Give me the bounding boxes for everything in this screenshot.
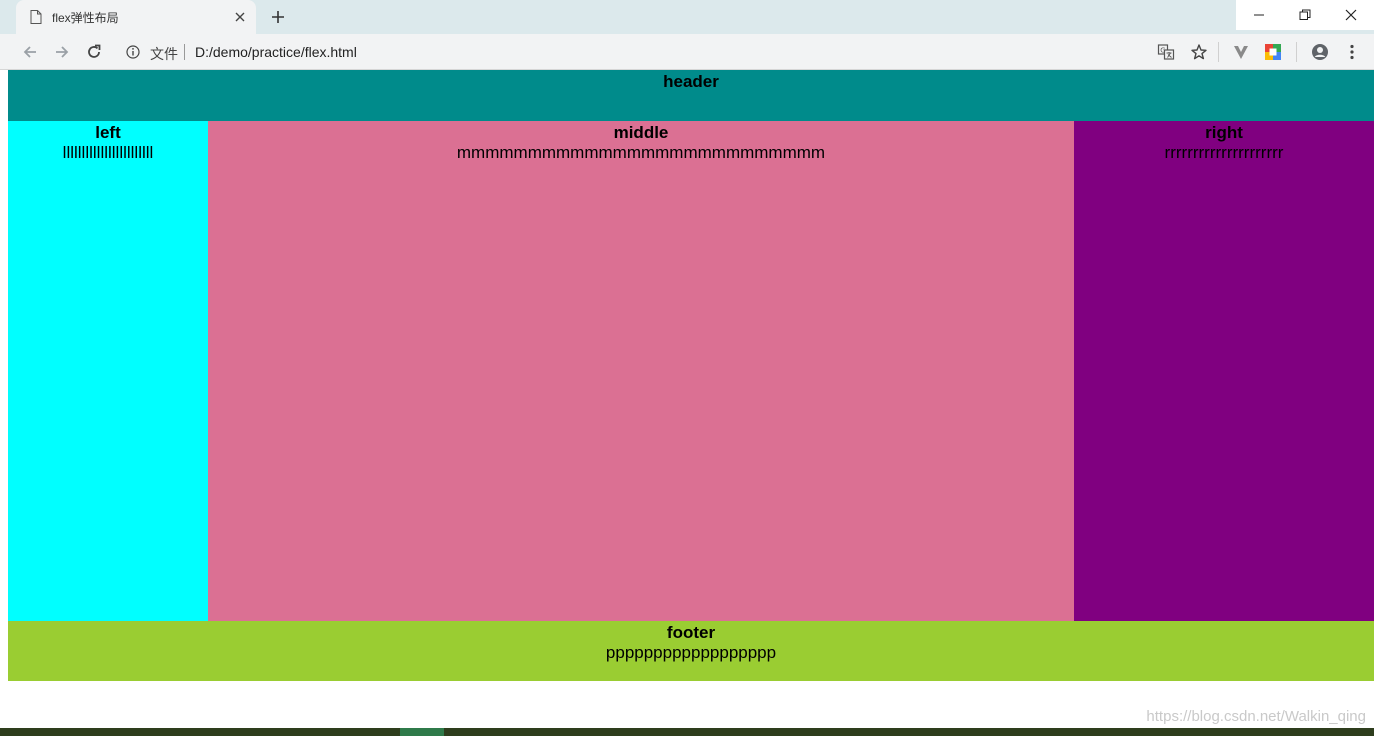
- taskbar-item[interactable]: [400, 728, 444, 736]
- tab-strip: flex弹性布局: [0, 0, 1374, 34]
- plus-icon[interactable]: [270, 9, 286, 25]
- restore-icon: [1299, 9, 1311, 20]
- left-box: left llllllllllllllllllllllll: [8, 121, 208, 621]
- footer-box: footer pppppppppppppppppp: [8, 621, 1374, 681]
- profile-icon[interactable]: [1311, 43, 1329, 61]
- info-icon[interactable]: [126, 45, 140, 59]
- close-window-button[interactable]: [1328, 0, 1374, 30]
- right-title: right: [1205, 123, 1243, 142]
- middle-text: mmmmmmmmmmmmmmmmmmmmmmmmmm: [456, 143, 826, 162]
- footer-title: footer: [666, 623, 716, 642]
- tab-title: flex弹性布局: [52, 11, 119, 25]
- menu-kebab-icon[interactable]: [1343, 43, 1361, 61]
- vivaldi-extension-icon[interactable]: [1232, 43, 1250, 61]
- middle-title: middle: [613, 123, 669, 142]
- taskbar: [0, 728, 1374, 736]
- footer-text: pppppppppppppppppp: [605, 643, 777, 662]
- header-title: header: [663, 72, 719, 91]
- left-text: llllllllllllllllllllllll: [62, 143, 154, 162]
- page-viewport: header left llllllllllllllllllllllll mid…: [8, 70, 1374, 728]
- url-text[interactable]: D:/demo/practice/flex.html: [195, 44, 357, 60]
- watermark: https://blog.csdn.net/Walkin_qing: [1146, 708, 1366, 725]
- browser-toolbar: 文件 D:/demo/practice/flex.html G: [0, 34, 1374, 70]
- translate-icon[interactable]: G: [1157, 43, 1175, 61]
- restore-button[interactable]: [1282, 0, 1328, 30]
- left-title: left: [95, 123, 121, 142]
- close-icon[interactable]: [234, 11, 246, 23]
- flex-row: left llllllllllllllllllllllll middle mmm…: [8, 121, 1374, 621]
- page-icon: [30, 10, 42, 24]
- minimize-icon: [1254, 14, 1264, 16]
- toolbar-separator: [1296, 42, 1297, 62]
- middle-box: middle mmmmmmmmmmmmmmmmmmmmmmmmmm: [208, 121, 1074, 621]
- scheme-label: 文件: [150, 46, 178, 62]
- minimize-button[interactable]: [1236, 0, 1282, 30]
- browser-tab[interactable]: flex弹性布局: [16, 0, 256, 34]
- address-bar[interactable]: 文件 D:/demo/practice/flex.html: [114, 37, 1224, 67]
- right-text: rrrrrrrrrrrrrrrrrrrrr: [1164, 143, 1284, 162]
- address-separator: [184, 44, 185, 60]
- window-left-edge: [0, 70, 8, 728]
- star-icon[interactable]: [1190, 43, 1208, 61]
- forward-arrow-icon[interactable]: [53, 43, 71, 61]
- back-arrow-icon[interactable]: [21, 43, 39, 61]
- extension-icon[interactable]: [1264, 43, 1282, 61]
- toolbar-separator: [1218, 42, 1219, 62]
- header-box: header: [8, 70, 1374, 121]
- close-window-icon: [1345, 9, 1357, 21]
- reload-icon[interactable]: [85, 43, 103, 61]
- right-box: right rrrrrrrrrrrrrrrrrrrrr: [1074, 121, 1374, 621]
